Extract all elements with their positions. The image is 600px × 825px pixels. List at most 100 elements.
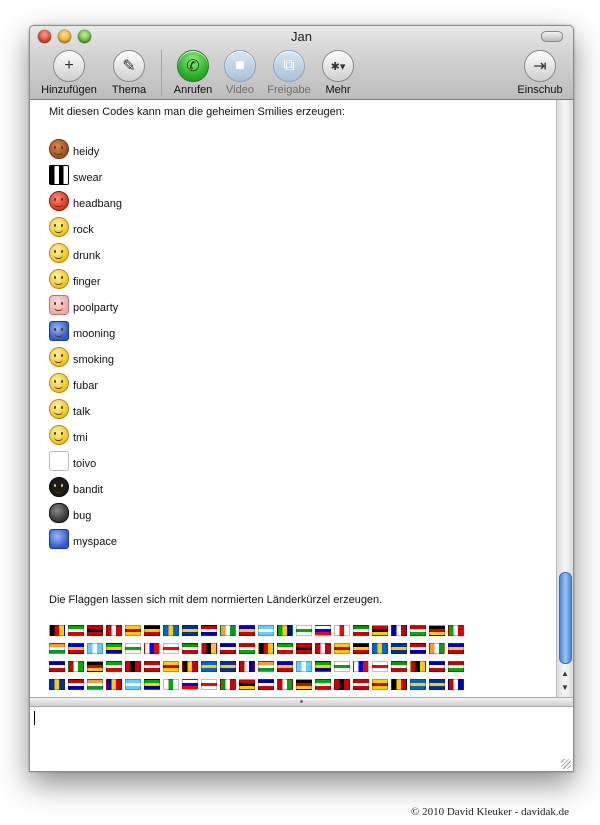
video-button-label: Video bbox=[226, 84, 254, 96]
flag-icon bbox=[372, 625, 388, 636]
smiley-bandit: bandit bbox=[49, 476, 103, 498]
flag-icon bbox=[49, 661, 65, 672]
flag-icon bbox=[239, 643, 255, 654]
flag-icon bbox=[372, 661, 388, 672]
tmi-icon bbox=[49, 425, 69, 445]
squirrel-icon bbox=[49, 139, 69, 159]
flag-icon bbox=[448, 625, 464, 636]
flags-intro-text: Die Flaggen lassen sich mit dem normiert… bbox=[49, 594, 383, 606]
smiley-code: fubar bbox=[73, 380, 99, 392]
flag-icon bbox=[258, 625, 274, 636]
smiley-fubar: fubar bbox=[49, 372, 98, 394]
drawer-button[interactable]: ⇥ Einschub bbox=[514, 50, 566, 96]
smiley-code: bandit bbox=[73, 484, 103, 496]
smiley-talk: talk bbox=[49, 398, 90, 420]
flag-icon bbox=[334, 625, 350, 636]
flag-icon bbox=[429, 661, 445, 672]
flag-icon bbox=[144, 661, 160, 672]
flag-icon bbox=[125, 661, 141, 672]
scroll-up-icon[interactable]: ▲ bbox=[557, 667, 573, 681]
flag-icon bbox=[410, 643, 426, 654]
smiley-toivo: toivo bbox=[49, 450, 96, 472]
smiley-headbang: headbang bbox=[49, 190, 122, 212]
flag-icon bbox=[125, 625, 141, 636]
smiley-tmi: tmi bbox=[49, 424, 88, 446]
flag-icon bbox=[68, 661, 84, 672]
flag-icon bbox=[334, 679, 350, 690]
smiley-code: myspace bbox=[73, 536, 118, 548]
pane-splitter[interactable] bbox=[30, 697, 573, 707]
flag-icon bbox=[239, 625, 255, 636]
flag-icon bbox=[448, 661, 464, 672]
flag-icon bbox=[429, 625, 445, 636]
toolbar-separator bbox=[161, 50, 162, 96]
flag-icon bbox=[182, 661, 198, 672]
flag-icon bbox=[277, 661, 293, 672]
flag-icon bbox=[391, 679, 407, 690]
flag-icon bbox=[410, 679, 426, 690]
share-button-label: Freigabe bbox=[267, 84, 311, 96]
plus-icon: + bbox=[53, 50, 85, 82]
flag-icon bbox=[182, 625, 198, 636]
rock-icon bbox=[49, 217, 69, 237]
call-button[interactable]: ✆ Anrufen bbox=[170, 50, 216, 96]
screen-share-icon: ⧉ bbox=[273, 50, 305, 82]
share-button[interactable]: ⧉ Freigabe bbox=[265, 50, 313, 96]
flag-icon bbox=[258, 643, 274, 654]
flag-icon bbox=[49, 679, 65, 690]
message-input[interactable] bbox=[30, 707, 573, 771]
scroll-thumb[interactable] bbox=[559, 572, 572, 664]
chat-window: Jan + Hinzufügen ✎ Thema ✆ Anrufen ■ Vid… bbox=[29, 25, 574, 772]
flag-icon bbox=[429, 643, 445, 654]
smiley-swear: swear bbox=[49, 164, 102, 186]
add-button[interactable]: + Hinzufügen bbox=[38, 50, 100, 96]
flag-icon bbox=[106, 661, 122, 672]
flag-icon bbox=[258, 661, 274, 672]
video-button[interactable]: ■ Video bbox=[222, 50, 258, 96]
smiley-smoking: smoking bbox=[49, 346, 114, 368]
flag-icon bbox=[68, 679, 84, 690]
flag-icon bbox=[277, 643, 293, 654]
flag-grid bbox=[49, 625, 519, 697]
flag-icon bbox=[220, 643, 236, 654]
flag-icon bbox=[353, 679, 369, 690]
video-camera-icon: ■ bbox=[224, 50, 256, 82]
smiley-finger: finger bbox=[49, 268, 101, 290]
swear-icon bbox=[49, 165, 69, 185]
toolbar-toggle-button[interactable] bbox=[541, 31, 563, 42]
smiley-code: drunk bbox=[73, 250, 101, 262]
flag-icon bbox=[391, 661, 407, 672]
flag-row bbox=[49, 661, 519, 679]
smiley-code: poolparty bbox=[73, 302, 119, 314]
vertical-scrollbar[interactable]: ▲ ▼ bbox=[556, 100, 573, 697]
flag-icon bbox=[163, 625, 179, 636]
smiley-code: rock bbox=[73, 224, 94, 236]
flag-icon bbox=[68, 625, 84, 636]
drawer-icon: ⇥ bbox=[524, 50, 556, 82]
smiley-code: finger bbox=[73, 276, 101, 288]
flag-icon bbox=[391, 643, 407, 654]
flag-row bbox=[49, 625, 519, 643]
flag-icon bbox=[372, 679, 388, 690]
flag-icon bbox=[68, 643, 84, 654]
smiley-code: headbang bbox=[73, 198, 122, 210]
call-button-label: Anrufen bbox=[173, 84, 213, 96]
flag-icon bbox=[296, 679, 312, 690]
smiley-code: toivo bbox=[73, 458, 97, 470]
smiley-code: smoking bbox=[73, 354, 114, 366]
mooning-icon bbox=[49, 321, 69, 341]
toolbar: Jan + Hinzufügen ✎ Thema ✆ Anrufen ■ Vid… bbox=[30, 26, 573, 100]
scroll-down-icon[interactable]: ▼ bbox=[557, 681, 573, 695]
flag-icon bbox=[391, 625, 407, 636]
flag-icon bbox=[448, 643, 464, 654]
smiley-poolparty: poolparty bbox=[49, 294, 118, 316]
smiley-drunk: drunk bbox=[49, 242, 101, 264]
splitter-grip-icon bbox=[300, 700, 303, 703]
flag-icon bbox=[220, 679, 236, 690]
flag-icon bbox=[277, 625, 293, 636]
flag-icon bbox=[87, 661, 103, 672]
resize-grip-icon[interactable] bbox=[561, 759, 571, 769]
flag-icon bbox=[182, 643, 198, 654]
more-button[interactable]: ✱▾ Mehr bbox=[320, 50, 356, 96]
theme-button[interactable]: ✎ Thema bbox=[108, 50, 150, 96]
